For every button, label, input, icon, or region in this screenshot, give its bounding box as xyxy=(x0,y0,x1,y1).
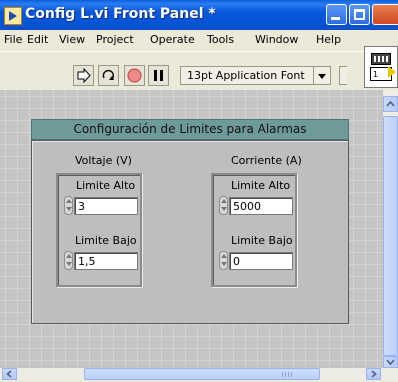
current-high-incdec-icon[interactable] xyxy=(219,196,228,215)
abort-stop-icon xyxy=(127,68,142,83)
close-button[interactable] xyxy=(372,4,398,25)
current-limits-box: Limite Alto 5000 Limite Bajo 0 xyxy=(211,173,297,287)
labview-vi-icon[interactable] xyxy=(4,7,22,25)
current-label: Corriente (A) xyxy=(231,154,302,167)
alarm-limits-cluster[interactable]: Voltaje (V) Corriente (A) Limite Alto 3 … xyxy=(31,140,349,324)
voltage-low-incdec-icon[interactable] xyxy=(64,251,73,270)
run-button[interactable] xyxy=(73,65,94,86)
current-low-label: Limite Bajo xyxy=(231,234,293,247)
voltage-label: Voltaje (V) xyxy=(75,154,132,167)
menu-file[interactable]: File xyxy=(4,33,22,46)
menu-edit[interactable]: Edit xyxy=(27,33,48,46)
scroll-left-arrow-icon[interactable] xyxy=(2,368,17,380)
window-title: Config L.vi Front Panel * xyxy=(25,6,216,22)
horizontal-scrollbar[interactable] xyxy=(0,368,398,380)
current-high-input[interactable]: 5000 xyxy=(229,197,293,215)
vertical-scroll-thumb[interactable] xyxy=(383,116,398,356)
alignment-selector[interactable] xyxy=(339,66,347,85)
scroll-down-arrow-icon[interactable] xyxy=(383,356,398,368)
vi-icon xyxy=(371,53,391,65)
maximize-button[interactable] xyxy=(349,4,370,25)
voltage-low-input[interactable]: 1,5 xyxy=(74,252,138,270)
voltage-high-incdec-icon[interactable] xyxy=(64,196,73,215)
scroll-right-arrow-icon[interactable] xyxy=(366,368,381,380)
menu-bar: File Edit View Project Operate Tools Win… xyxy=(0,30,398,51)
font-dropdown-arrow-icon[interactable] xyxy=(313,66,331,85)
menu-project[interactable]: Project xyxy=(96,33,134,46)
run-arrow-icon xyxy=(77,68,91,83)
connector-arrow-icon xyxy=(388,66,396,78)
title-bar: Config L.vi Front Panel * xyxy=(0,0,398,30)
voltage-high-label: Limite Alto xyxy=(76,179,136,192)
cluster-caption: Configuración de Limites para Alarmas xyxy=(31,119,349,140)
menu-window[interactable]: Window xyxy=(255,33,298,46)
pause-icon xyxy=(154,70,163,81)
scroll-grip-icon xyxy=(282,372,292,377)
current-low-incdec-icon[interactable] xyxy=(219,251,228,270)
menu-operate[interactable]: Operate xyxy=(150,33,195,46)
current-low-input[interactable]: 0 xyxy=(229,252,293,270)
current-high-label: Limite Alto xyxy=(231,179,291,192)
menu-tools[interactable]: Tools xyxy=(207,33,234,46)
voltage-low-label: Limite Bajo xyxy=(75,234,137,247)
font-selector[interactable]: 13pt Application Font xyxy=(180,66,314,85)
vertical-scrollbar[interactable] xyxy=(383,90,398,368)
horizontal-scroll-thumb[interactable] xyxy=(84,368,320,380)
voltage-high-input[interactable]: 3 xyxy=(74,197,138,215)
run-continuously-button[interactable] xyxy=(98,65,119,86)
connector-pane[interactable]: 1 xyxy=(364,46,398,88)
run-continuously-icon xyxy=(102,69,115,80)
minimize-button[interactable] xyxy=(326,4,347,25)
scroll-up-arrow-icon[interactable] xyxy=(383,96,398,112)
pause-button[interactable] xyxy=(148,65,169,86)
abort-button[interactable] xyxy=(124,65,145,86)
voltage-limits-box: Limite Alto 3 Limite Bajo 1,5 xyxy=(56,173,142,287)
menu-help[interactable]: Help xyxy=(316,33,341,46)
menu-view[interactable]: View xyxy=(59,33,85,46)
toolbar: 13pt Application Font xyxy=(0,51,398,91)
